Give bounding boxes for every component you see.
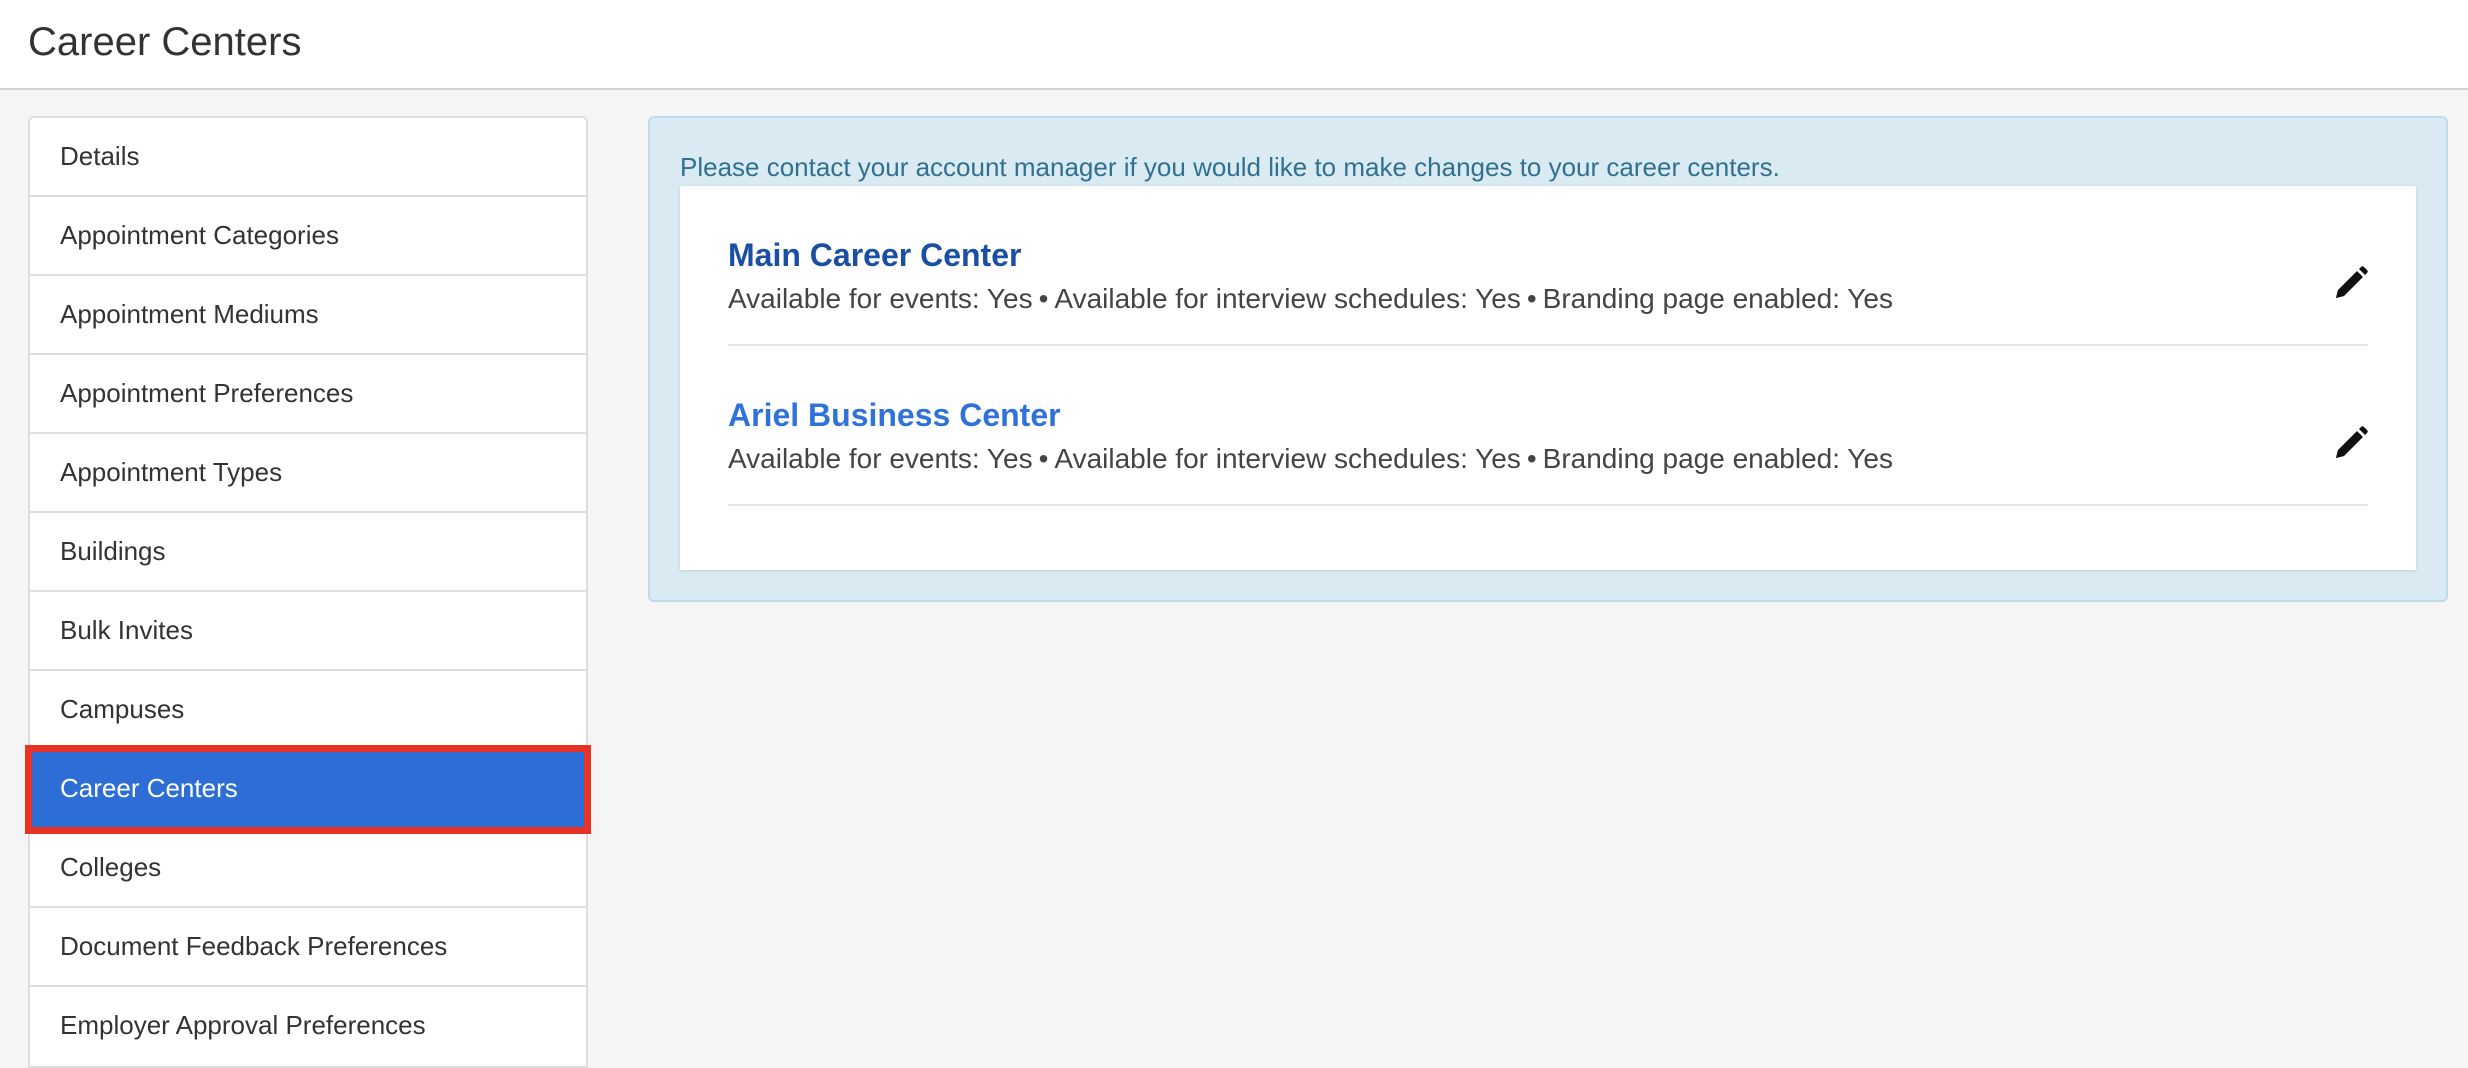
list-item: Ariel Business Center Available for even…: [728, 346, 2368, 506]
page-title: Career Centers: [28, 20, 302, 64]
sidebar-item-appointment-mediums[interactable]: Appointment Mediums: [30, 276, 586, 355]
pencil-icon: [2336, 266, 2368, 298]
career-centers-list: Main Career Center Available for events:…: [728, 186, 2368, 506]
sidebar-item-appointment-categories[interactable]: Appointment Categories: [30, 197, 586, 276]
edit-button[interactable]: [2330, 264, 2370, 304]
sidebar-item-colleges[interactable]: Colleges: [30, 829, 586, 908]
sidebar-item-employer-approval-preferences[interactable]: Employer Approval Preferences: [30, 987, 586, 1066]
branding-status: Branding page enabled: Yes: [1542, 283, 1893, 314]
separator-dot: •: [1526, 283, 1537, 314]
center-name-link[interactable]: Ariel Business Center: [728, 396, 1061, 434]
sidebar-item-campuses[interactable]: Campuses: [30, 671, 586, 750]
sidebar-item-bulk-invites[interactable]: Bulk Invites: [30, 592, 586, 671]
pencil-icon: [2336, 426, 2368, 458]
career-centers-card: Main Career Center Available for events:…: [680, 186, 2416, 570]
interview-availability: Available for interview schedules: Yes: [1054, 443, 1521, 474]
settings-sidebar: Details Appointment Categories Appointme…: [25, 116, 591, 1068]
sidebar-item-career-centers[interactable]: Career Centers: [25, 745, 591, 834]
page-header: Career Centers: [0, 0, 2468, 90]
events-availability: Available for events: Yes: [728, 283, 1033, 314]
center-details: Available for events: Yes • Available for …: [728, 442, 1893, 476]
center-name-link[interactable]: Main Career Center: [728, 236, 1021, 274]
sidebar-item-details[interactable]: Details: [30, 118, 586, 197]
sidebar-item-appointment-types[interactable]: Appointment Types: [30, 434, 586, 513]
career-centers-panel: Please contact your account manager if y…: [648, 116, 2448, 602]
branding-status: Branding page enabled: Yes: [1542, 443, 1893, 474]
events-availability: Available for events: Yes: [728, 443, 1033, 474]
separator-dot: •: [1038, 283, 1049, 314]
sidebar-item-appointment-preferences[interactable]: Appointment Preferences: [30, 355, 586, 434]
sidebar-item-buildings[interactable]: Buildings: [30, 513, 586, 592]
list-item: Main Career Center Available for events:…: [728, 186, 2368, 346]
edit-button[interactable]: [2330, 424, 2370, 464]
info-notice: Please contact your account manager if y…: [680, 152, 1780, 182]
separator-dot: •: [1038, 443, 1049, 474]
center-details: Available for events: Yes • Available for …: [728, 282, 1893, 316]
interview-availability: Available for interview schedules: Yes: [1054, 283, 1521, 314]
sidebar-item-document-feedback-preferences[interactable]: Document Feedback Preferences: [30, 908, 586, 987]
separator-dot: •: [1526, 443, 1537, 474]
